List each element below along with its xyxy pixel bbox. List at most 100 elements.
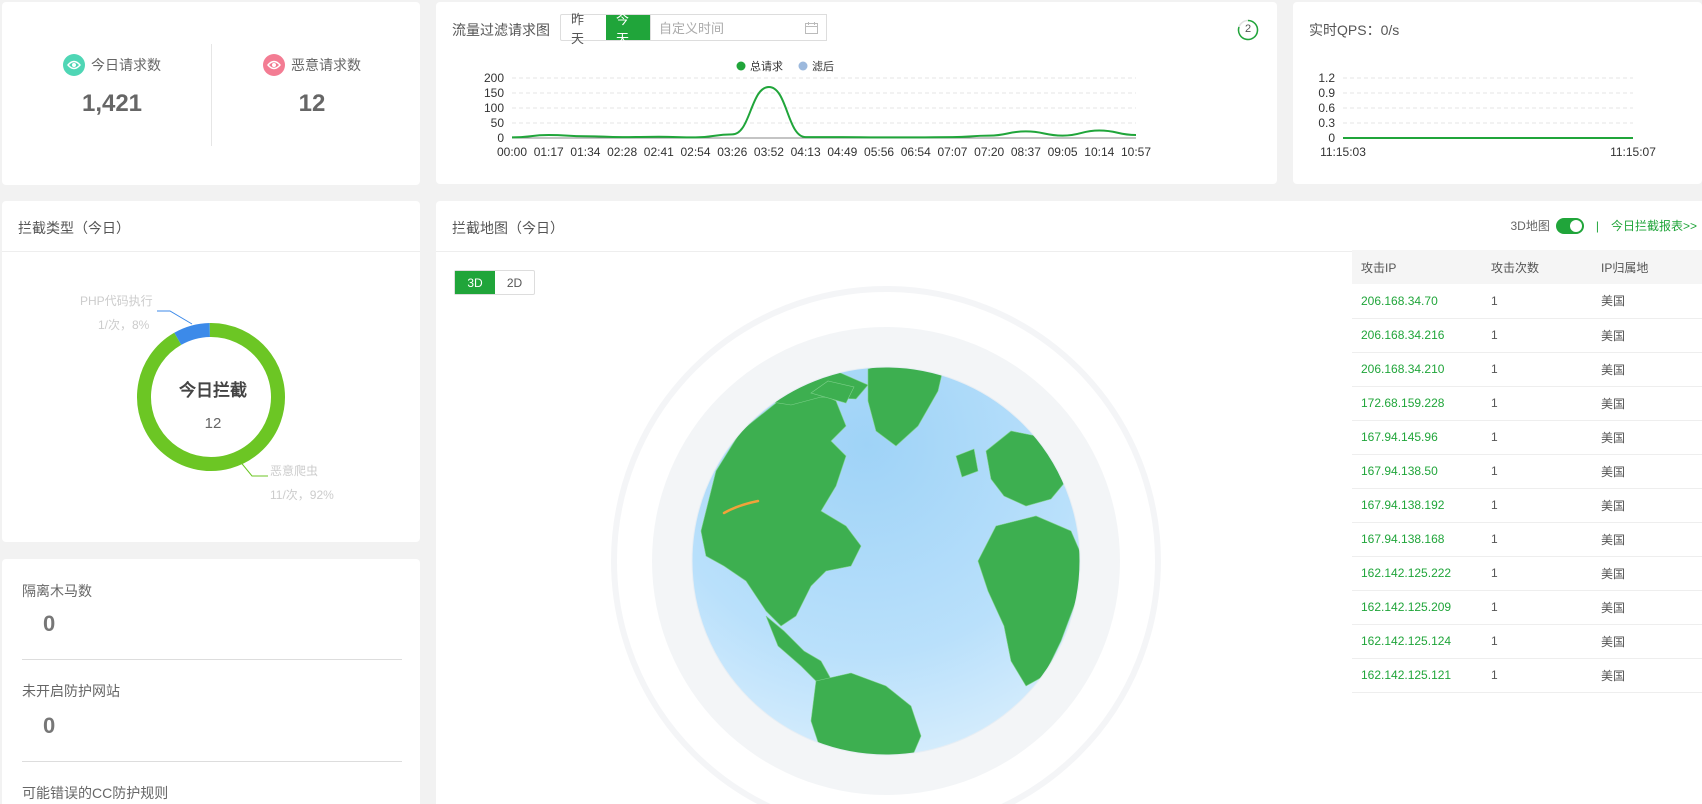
cc-rules-label: 可能错误的CC防护规则 [22, 785, 169, 801]
view-3d-button[interactable]: 3D [455, 271, 495, 294]
x-tick-label: 03:26 [717, 145, 747, 159]
cell-ip[interactable]: 206.168.34.216 [1352, 318, 1482, 353]
table-row: 167.94.138.50 1 美国 [1352, 454, 1702, 489]
cell-loc: 美国 [1592, 352, 1702, 387]
donut-slice [174, 323, 211, 346]
cell-loc: 美国 [1592, 658, 1702, 693]
intercept-map-title: 拦截地图（今日） [452, 220, 564, 236]
counter-divider [22, 761, 402, 762]
cell-ip[interactable]: 206.168.34.70 [1352, 284, 1482, 319]
cell-count: 1 [1482, 658, 1592, 693]
table-row: 167.94.138.168 1 美国 [1352, 522, 1702, 557]
custom-time-placeholder: 自定义时间 [659, 21, 725, 36]
y-tick-label: 0 [497, 131, 504, 145]
cell-ip[interactable]: 167.94.145.96 [1352, 420, 1482, 455]
quarantine-trojan-value: 0 [43, 611, 56, 636]
counters-card: 隔离木马数 0 未开启防护网站 0 可能错误的CC防护规则 [2, 559, 420, 804]
cell-ip[interactable]: 162.142.125.222 [1352, 556, 1482, 591]
cell-ip[interactable]: 167.94.138.50 [1352, 454, 1482, 489]
cell-count: 1 [1482, 522, 1592, 557]
cell-loc: 美国 [1592, 318, 1702, 353]
table-row: 206.168.34.70 1 美国 [1352, 284, 1702, 319]
y-tick-label: 0.6 [1318, 101, 1335, 115]
table-row: 167.94.145.96 1 美国 [1352, 420, 1702, 455]
x-tick-label: 01:17 [534, 145, 564, 159]
x-tick-label: 10:57 [1121, 145, 1151, 159]
cell-ip[interactable]: 172.68.159.228 [1352, 386, 1482, 421]
cell-ip[interactable]: 162.142.125.209 [1352, 590, 1482, 625]
cell-loc: 美国 [1592, 624, 1702, 659]
x-tick-label: 09:05 [1048, 145, 1078, 159]
intercept-map-card: 拦截地图（今日） 3D地图 | 今日拦截报表>> 3D 2D 攻击IP 攻击次数… [436, 201, 1702, 804]
x-tick-label: 03:52 [754, 145, 784, 159]
x-tick-label: 02:41 [644, 145, 674, 159]
traffic-line-chart: 总请求 滤后 050100150200 00:00 01:17 01:34 02:28 02:… [484, 59, 1151, 159]
table-row: 167.94.138.192 1 美国 [1352, 488, 1702, 523]
cell-ip[interactable]: 162.142.125.124 [1352, 624, 1482, 659]
cell-loc: 美国 [1592, 386, 1702, 421]
malicious-requests-label: 恶意请求数 [291, 57, 361, 73]
y-tick-label: 0.3 [1318, 116, 1335, 130]
col-attack-count: 攻击次数 [1482, 250, 1592, 284]
refresh-countdown[interactable]: 2 [1237, 19, 1259, 41]
donut-center-value: 12 [204, 415, 222, 432]
counter-divider [22, 659, 402, 660]
today-requests-value: 1,421 [81, 90, 143, 117]
donut-center-title: 今日拦截 [179, 381, 247, 400]
x-tick-label: 04:13 [791, 145, 821, 159]
map-3d-toggle[interactable] [1555, 217, 1584, 234]
traffic-card: 流量过滤请求图 昨天 今天 自定义时间 2 总请求 滤后 0 50 100 150 200 0… [436, 2, 1277, 184]
cell-count: 1 [1482, 318, 1592, 353]
eye-icon [263, 54, 285, 76]
cell-ip[interactable]: 162.142.125.121 [1352, 658, 1482, 693]
x-tick-label: 07:20 [974, 145, 1004, 159]
slice-label-crawler: 恶意爬虫 11/次，92% [270, 459, 334, 507]
stats-card: 今日请求数 1,421 恶意请求数 12 [2, 2, 420, 185]
y-tick-label: 150 [484, 86, 504, 100]
view-2d-button[interactable]: 2D [495, 271, 534, 294]
map-controls: 3D地图 | 今日拦截报表>> [1510, 217, 1697, 234]
y-tick-label: 50 [491, 116, 505, 130]
slice-label-php: PHP代码执行 1/次，8% [80, 289, 153, 337]
x-tick-label: 11:15:03 [1320, 145, 1366, 159]
y-tick-label: 1.2 [1318, 71, 1335, 85]
table-row: 206.168.34.210 1 美国 [1352, 352, 1702, 387]
slice-name-crawler: 恶意爬虫 [270, 464, 319, 478]
malicious-requests-value: 12 [298, 90, 326, 117]
legend-label: 滤后 [812, 60, 834, 73]
range-today-button[interactable]: 今天 [606, 12, 650, 46]
x-tick-label: 01:34 [570, 145, 600, 159]
slice-name-php: PHP代码执行 [80, 294, 153, 308]
cell-loc: 美国 [1592, 522, 1702, 557]
x-tick-label: 04:49 [827, 145, 857, 159]
cell-loc: 美国 [1592, 454, 1702, 489]
today-report-link[interactable]: 今日拦截报表>> [1611, 217, 1697, 234]
cell-count: 1 [1482, 624, 1592, 659]
cell-ip[interactable]: 206.168.34.210 [1352, 352, 1482, 387]
cell-count: 1 [1482, 590, 1592, 625]
legend-label: 总请求 [750, 59, 783, 73]
y-tick-label: 0.9 [1318, 86, 1335, 100]
x-tick-label: 05:56 [864, 145, 894, 159]
map-3d-label: 3D地图 [1510, 219, 1550, 233]
range-yesterday-button[interactable]: 昨天 [561, 12, 606, 46]
x-tick-label: 07:07 [937, 145, 967, 159]
custom-time-input[interactable]: 自定义时间 [649, 14, 827, 41]
legend-marker [736, 61, 746, 71]
legend-marker [798, 61, 808, 71]
y-tick-label: 200 [484, 71, 504, 85]
today-requests-label: 今日请求数 [91, 57, 161, 73]
unprotected-sites-value[interactable]: 0 [43, 713, 55, 739]
table-row: 162.142.125.209 1 美国 [1352, 590, 1702, 625]
cell-count: 1 [1482, 352, 1592, 387]
cell-ip[interactable]: 167.94.138.168 [1352, 522, 1482, 557]
cell-count: 1 [1482, 454, 1592, 489]
globe-map[interactable] [606, 281, 1166, 804]
unprotected-sites-label: 未开启防护网站 [22, 683, 120, 699]
x-tick-label: 10:14 [1084, 145, 1114, 159]
quarantine-trojan-label: 隔离木马数 [22, 583, 92, 599]
table-row: 162.142.125.124 1 美国 [1352, 624, 1702, 659]
range-toggle: 昨天 今天 [560, 12, 651, 46]
cell-ip[interactable]: 167.94.138.192 [1352, 488, 1482, 523]
x-tick-label: 08:37 [1011, 145, 1041, 159]
